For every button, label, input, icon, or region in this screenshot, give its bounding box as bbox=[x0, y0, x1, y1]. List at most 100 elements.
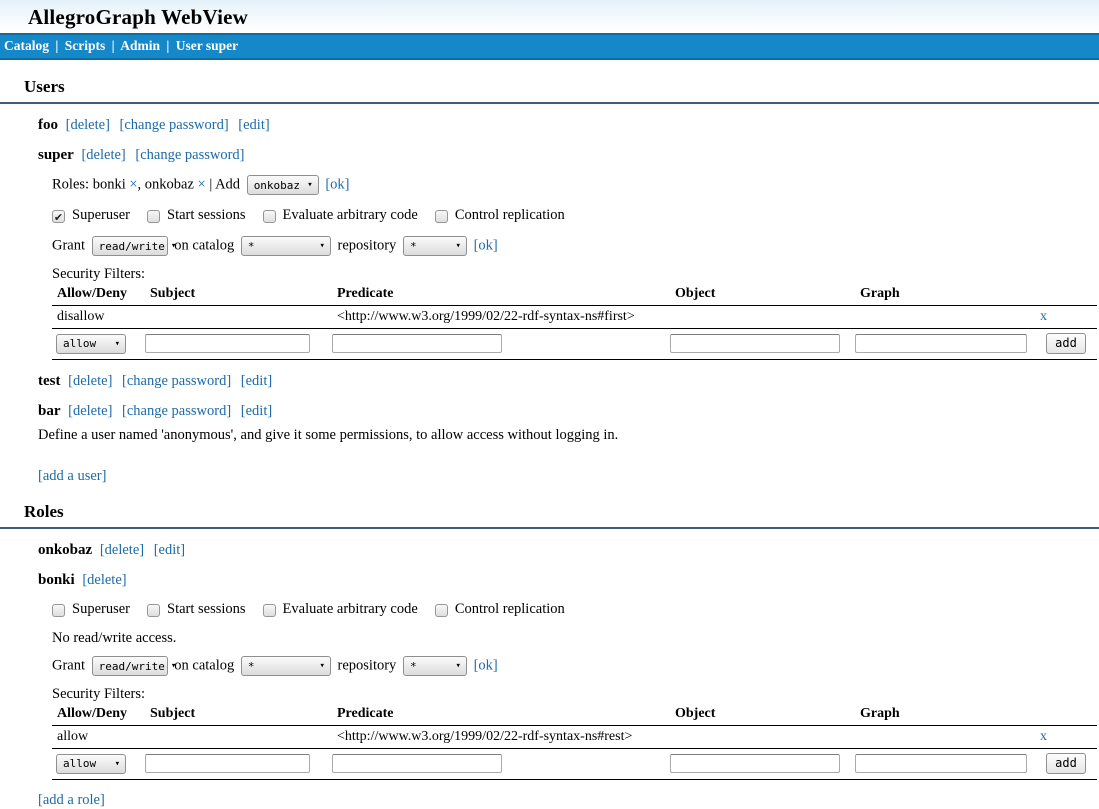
remove-role-bonki-link[interactable]: × bbox=[129, 176, 137, 192]
remove-filter-link[interactable]: x bbox=[1040, 729, 1047, 744]
new-filter-row: allow ▾ add bbox=[52, 329, 1097, 360]
allow-deny-select[interactable]: allow ▾ bbox=[56, 754, 126, 774]
permissions-row: ✔Superuser ✔Start sessions ✔Evaluate arb… bbox=[52, 601, 1097, 618]
remove-role-onkobaz-link[interactable]: × bbox=[198, 176, 206, 192]
graph-input[interactable] bbox=[855, 754, 1027, 773]
repository-label: repository bbox=[338, 657, 397, 673]
graph-input[interactable] bbox=[855, 334, 1027, 353]
edit-link[interactable]: [edit] bbox=[238, 117, 269, 133]
evaluate-code-checkbox[interactable]: ✔ bbox=[263, 210, 276, 223]
grant-ok-link[interactable]: [ok] bbox=[474, 657, 498, 673]
chevron-down-icon: ▾ bbox=[115, 759, 120, 769]
add-filter-button[interactable]: add bbox=[1046, 753, 1086, 774]
allow-deny-value: disallow bbox=[52, 306, 145, 329]
predicate-input[interactable] bbox=[332, 334, 502, 353]
object-input[interactable] bbox=[670, 754, 840, 773]
chevron-down-icon: ▾ bbox=[307, 180, 312, 190]
user-name: super bbox=[38, 147, 74, 163]
delete-link[interactable]: [delete] bbox=[100, 542, 144, 558]
perm-start-sessions: ✔Start sessions bbox=[147, 601, 246, 618]
add-role-label: Add bbox=[215, 176, 240, 192]
perm-replication: ✔Control replication bbox=[435, 207, 565, 224]
nav-admin[interactable]: Admin bbox=[120, 38, 160, 53]
check-icon: ✔ bbox=[54, 212, 63, 224]
user-name: test bbox=[38, 373, 61, 389]
nav-scripts[interactable]: Scripts bbox=[65, 38, 106, 53]
delete-link[interactable]: [delete] bbox=[68, 403, 112, 419]
control-replication-checkbox[interactable]: ✔ bbox=[435, 210, 448, 223]
control-replication-checkbox[interactable]: ✔ bbox=[435, 604, 448, 617]
edit-link[interactable]: [edit] bbox=[241, 403, 272, 419]
roles-heading: Roles bbox=[0, 502, 1099, 529]
filter-row: disallow <http://www.w3.org/1999/02/22-r… bbox=[52, 306, 1097, 329]
repository-select[interactable]: * ▾ bbox=[403, 656, 467, 676]
add-user-link[interactable]: [add a user] bbox=[38, 468, 106, 485]
access-select[interactable]: read/write ▾ bbox=[92, 656, 168, 676]
start-sessions-checkbox[interactable]: ✔ bbox=[147, 604, 160, 617]
perm-replication: ✔Control replication bbox=[435, 601, 565, 618]
col-graph: Graph bbox=[855, 284, 1035, 306]
evaluate-code-checkbox[interactable]: ✔ bbox=[263, 604, 276, 617]
col-actions bbox=[1035, 704, 1097, 726]
filter-header-row: Allow/Deny Subject Predicate Object Grap… bbox=[52, 704, 1097, 726]
new-filter-row: allow ▾ add bbox=[52, 749, 1097, 780]
delete-link[interactable]: [delete] bbox=[68, 373, 112, 389]
predicate-value: <http://www.w3.org/1999/02/22-rdf-syntax… bbox=[332, 306, 670, 329]
roles-section: onkobaz [delete] [edit] bonki [delete] ✔… bbox=[38, 542, 1097, 809]
delete-link[interactable]: [delete] bbox=[82, 572, 126, 588]
start-sessions-checkbox[interactable]: ✔ bbox=[147, 210, 160, 223]
subject-input[interactable] bbox=[145, 754, 310, 773]
role-tag-onkobaz: onkobaz bbox=[145, 176, 194, 192]
nav-separator: | bbox=[163, 38, 172, 53]
change-password-link[interactable]: [change password] bbox=[122, 373, 231, 389]
col-allow-deny: Allow/Deny bbox=[52, 704, 145, 726]
chevron-down-icon: ▾ bbox=[456, 661, 461, 671]
subject-input[interactable] bbox=[145, 334, 310, 353]
delete-link[interactable]: [delete] bbox=[66, 117, 110, 133]
grant-ok-link[interactable]: [ok] bbox=[474, 237, 498, 253]
superuser-checkbox[interactable]: ✔ bbox=[52, 604, 65, 617]
col-object: Object bbox=[670, 284, 855, 306]
nav-catalog[interactable]: Catalog bbox=[4, 38, 49, 53]
nav-user-super[interactable]: User super bbox=[176, 38, 238, 53]
chevron-down-icon: ▾ bbox=[319, 661, 324, 671]
repository-select[interactable]: * ▾ bbox=[403, 236, 467, 256]
add-filter-button[interactable]: add bbox=[1046, 333, 1086, 354]
predicate-input[interactable] bbox=[332, 754, 502, 773]
bonki-role-details: ✔Superuser ✔Start sessions ✔Evaluate arb… bbox=[52, 601, 1097, 780]
user-name: foo bbox=[38, 117, 58, 133]
repository-label: repository bbox=[338, 237, 397, 253]
change-password-link[interactable]: [change password] bbox=[135, 147, 244, 163]
anonymous-user-note: Define a user named 'anonymous', and giv… bbox=[38, 427, 1097, 444]
add-role-link[interactable]: [add a role] bbox=[38, 792, 105, 809]
edit-link[interactable]: [edit] bbox=[154, 542, 185, 558]
col-predicate: Predicate bbox=[332, 704, 670, 726]
masthead: AllegroGraph WebView bbox=[0, 0, 1099, 33]
perm-evaluate: ✔Evaluate arbitrary code bbox=[263, 601, 418, 618]
add-role-select[interactable]: onkobaz ▾ bbox=[247, 175, 319, 195]
add-role-ok-link[interactable]: [ok] bbox=[325, 176, 349, 192]
user-row-test: test [delete] [change password] [edit] bbox=[38, 373, 1097, 390]
change-password-link[interactable]: [change password] bbox=[120, 117, 229, 133]
catalog-select[interactable]: * ▾ bbox=[241, 236, 331, 256]
security-filters-label: Security Filters: bbox=[52, 686, 1097, 703]
role-row-onkobaz: onkobaz [delete] [edit] bbox=[38, 542, 1097, 559]
user-name: bar bbox=[38, 403, 61, 419]
allow-deny-value: allow bbox=[52, 726, 145, 749]
delete-link[interactable]: [delete] bbox=[81, 147, 125, 163]
change-password-link[interactable]: [change password] bbox=[122, 403, 231, 419]
catalog-select[interactable]: * ▾ bbox=[241, 656, 331, 676]
superuser-checkbox[interactable]: ✔ bbox=[52, 210, 65, 223]
object-value bbox=[670, 306, 855, 329]
on-catalog-label: on catalog bbox=[174, 657, 234, 673]
remove-filter-link[interactable]: x bbox=[1040, 309, 1047, 324]
filter-header-row: Allow/Deny Subject Predicate Object Grap… bbox=[52, 284, 1097, 306]
security-filters-table: Allow/Deny Subject Predicate Object Grap… bbox=[52, 704, 1097, 780]
chevron-down-icon: ▾ bbox=[115, 339, 120, 349]
access-select[interactable]: read/write ▾ bbox=[92, 236, 168, 256]
col-object: Object bbox=[670, 704, 855, 726]
allow-deny-select[interactable]: allow ▾ bbox=[56, 334, 126, 354]
object-input[interactable] bbox=[670, 334, 840, 353]
pipe: | bbox=[209, 176, 212, 192]
edit-link[interactable]: [edit] bbox=[241, 373, 272, 389]
